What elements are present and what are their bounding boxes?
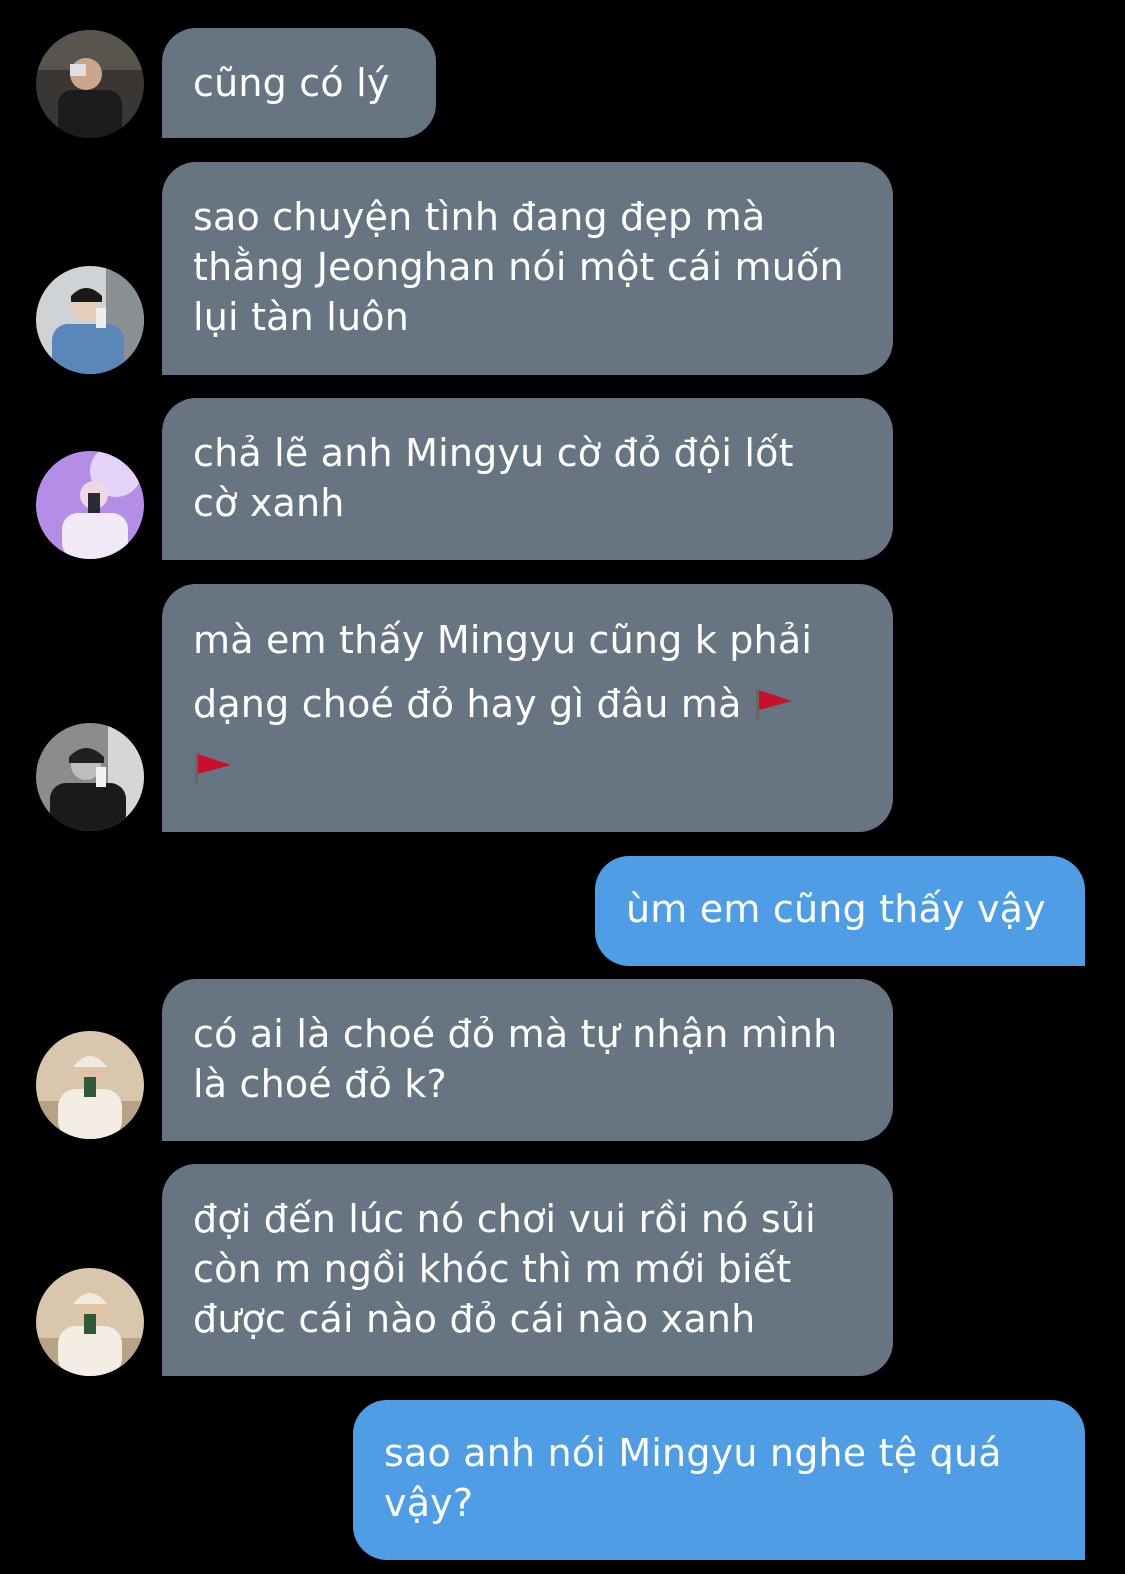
incoming-message-bubble[interactable]: sao chuyện tình đang đẹp mà thằng Jeongh… [162, 162, 893, 375]
message-text: được cái nào đỏ cái nào xanh [193, 1297, 756, 1341]
avatar-icon[interactable] [36, 266, 144, 374]
incoming-message-bubble[interactable]: chả lẽ anh Mingyu cờ đỏ đội lốt cờ xanh [162, 398, 893, 560]
outgoing-message-bubble[interactable]: ùm em cũng thấy vậy [595, 856, 1085, 966]
incoming-message-bubble[interactable]: có ai là choé đỏ mà tự nhận mình là choé… [162, 979, 893, 1141]
message-text: mà em thấy Mingyu cũng k phải [193, 618, 813, 662]
message-text [193, 736, 861, 800]
avatar-icon[interactable] [36, 1031, 144, 1139]
avatar-icon[interactable] [36, 723, 144, 831]
incoming-message-bubble[interactable]: mà em thấy Mingyu cũng k phải dạng choé … [162, 584, 893, 832]
outgoing-message-bubble[interactable]: sao anh nói Mingyu nghe tệ quá vậy? [353, 1400, 1085, 1560]
message-text: cờ xanh [193, 481, 345, 525]
incoming-message-bubble[interactable]: cũng có lý [162, 28, 436, 138]
incoming-message-bubble[interactable]: đợi đến lúc nó chơi vui rồi nó sủi còn m… [162, 1164, 893, 1376]
message-text: dạng choé đỏ hay gì đâu mà [193, 672, 861, 736]
avatar-icon[interactable] [36, 451, 144, 559]
message-text: thằng Jeonghan nói một cái muốn [193, 245, 844, 289]
avatar-icon[interactable] [36, 30, 144, 138]
message-text: lụi tàn luôn [193, 295, 410, 339]
avatar-icon[interactable] [36, 1268, 144, 1376]
message-text: vậy? [384, 1481, 474, 1525]
message-text: là choé đỏ k? [193, 1062, 447, 1106]
message-text: cũng có lý [193, 61, 390, 105]
message-text: ùm em cũng thấy vậy [626, 887, 1046, 931]
message-text: sao chuyện tình đang đẹp mà [193, 195, 766, 239]
red-flag-icon [754, 687, 794, 721]
message-text: sao anh nói Mingyu nghe tệ quá [384, 1431, 1002, 1475]
message-text: có ai là choé đỏ mà tự nhận mình [193, 1012, 838, 1056]
message-text: đợi đến lúc nó chơi vui rồi nó sủi [193, 1197, 816, 1241]
message-text: chả lẽ anh Mingyu cờ đỏ đội lốt [193, 431, 794, 475]
red-flag-icon [193, 751, 233, 785]
message-text: còn m ngồi khóc thì m mới biết [193, 1247, 792, 1291]
